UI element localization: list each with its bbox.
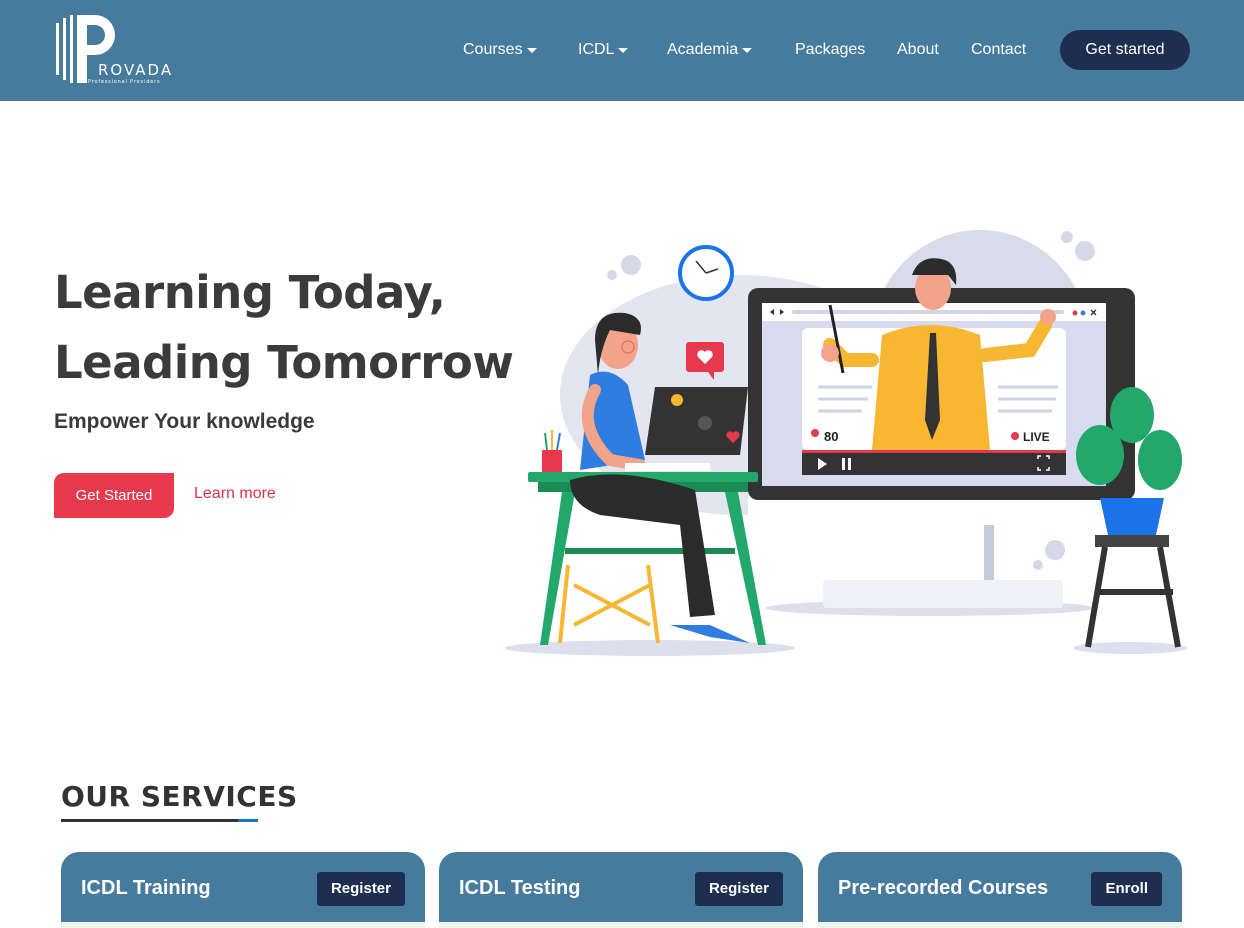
- plant-leaf: [1138, 430, 1182, 490]
- smiley-sticker-icon: [671, 394, 683, 406]
- window-dot: [1072, 310, 1078, 316]
- brand-tagline: Professional Providers: [88, 79, 160, 85]
- decor-dot: [1061, 231, 1073, 243]
- live-dot-icon: [1011, 432, 1019, 440]
- hero-subtitle: Empower Your knowledge: [54, 410, 315, 433]
- hero-title-line1: Learning Today,: [54, 266, 446, 319]
- service-card-icdl-testing: ICDL Testing Register: [439, 852, 803, 928]
- nav-packages[interactable]: Packages: [795, 30, 865, 70]
- service-card-icdl-training: ICDL Training Register: [61, 852, 425, 928]
- monitor-base: [823, 580, 1063, 608]
- desk-shadow: [505, 640, 795, 656]
- laptop-logo: [698, 416, 712, 430]
- desk-leg: [540, 492, 575, 645]
- nav-label: Courses: [463, 41, 523, 58]
- card-title: ICDL Training: [81, 877, 211, 899]
- video-progress: [802, 450, 1066, 453]
- live-label: LIVE: [1023, 430, 1050, 444]
- decor-dot: [1075, 241, 1095, 261]
- laptop-base: [625, 463, 710, 471]
- nav-label: ICDL: [578, 41, 615, 58]
- card-strip: [439, 922, 803, 928]
- card-title: Pre-recorded Courses: [838, 877, 1049, 899]
- heading-underline: [61, 819, 258, 822]
- card-title: ICDL Testing: [459, 877, 581, 899]
- register-button[interactable]: Register: [316, 872, 405, 906]
- window-dot: [1080, 310, 1086, 316]
- viewer-icon: [811, 429, 819, 437]
- get-started-nav-button[interactable]: Get started: [1060, 30, 1190, 70]
- site-header: ROVADA Professional Providers Courses IC…: [0, 0, 1244, 101]
- video-controls: [802, 453, 1066, 475]
- enroll-button[interactable]: Enroll: [1091, 872, 1162, 906]
- caret-down-icon: [526, 48, 537, 54]
- plant-pot: [1100, 498, 1164, 535]
- stool-top: [1095, 535, 1169, 547]
- nav-label: Packages: [795, 41, 866, 58]
- nav-label: Academia: [667, 41, 739, 58]
- nav-label: Contact: [971, 41, 1027, 58]
- card-strip: [61, 922, 425, 928]
- teacher-hand: [821, 344, 839, 362]
- nav-courses[interactable]: Courses: [463, 30, 537, 70]
- stool-legs: [1085, 546, 1181, 648]
- nav-label: About: [897, 41, 939, 58]
- decor-dot: [621, 255, 641, 275]
- monitor-neck: [984, 525, 994, 580]
- hero-title-line2: Leading Tomorrow: [54, 336, 514, 389]
- viewer-count: 80: [824, 429, 838, 444]
- heading-underline-accent: [238, 819, 258, 822]
- chair-frame: [558, 564, 660, 644]
- main-nav: Courses ICDL Academia Packages About Con…: [0, 30, 1244, 70]
- decor-dot: [1045, 540, 1065, 560]
- nav-contact[interactable]: Contact: [971, 30, 1026, 70]
- get-started-button[interactable]: Get Started: [54, 473, 174, 518]
- desk-bar: [565, 548, 735, 554]
- nav-icdl[interactable]: ICDL: [578, 30, 629, 70]
- learn-more-link[interactable]: Learn more: [194, 485, 276, 503]
- nav-about[interactable]: About: [897, 30, 939, 70]
- pencil-cup: [542, 450, 562, 472]
- hero-title: Learning Today, Leading Tomorrow: [54, 258, 514, 398]
- plant-leaf: [1110, 387, 1154, 443]
- services-heading: OUR SERVICES: [61, 780, 298, 813]
- caret-down-icon: [618, 48, 629, 54]
- decor-dot: [1033, 560, 1043, 570]
- card-strip: [818, 922, 1182, 928]
- decor-dot: [607, 270, 617, 280]
- teacher-hand: [1040, 309, 1056, 325]
- laptop: [645, 387, 748, 455]
- nav-academia[interactable]: Academia: [667, 30, 753, 70]
- register-button[interactable]: Register: [694, 872, 783, 906]
- online-learning-illustration: 80 LIVE: [505, 230, 1187, 656]
- service-card-prerecorded-courses: Pre-recorded Courses Enroll: [818, 852, 1182, 928]
- caret-down-icon: [742, 48, 753, 54]
